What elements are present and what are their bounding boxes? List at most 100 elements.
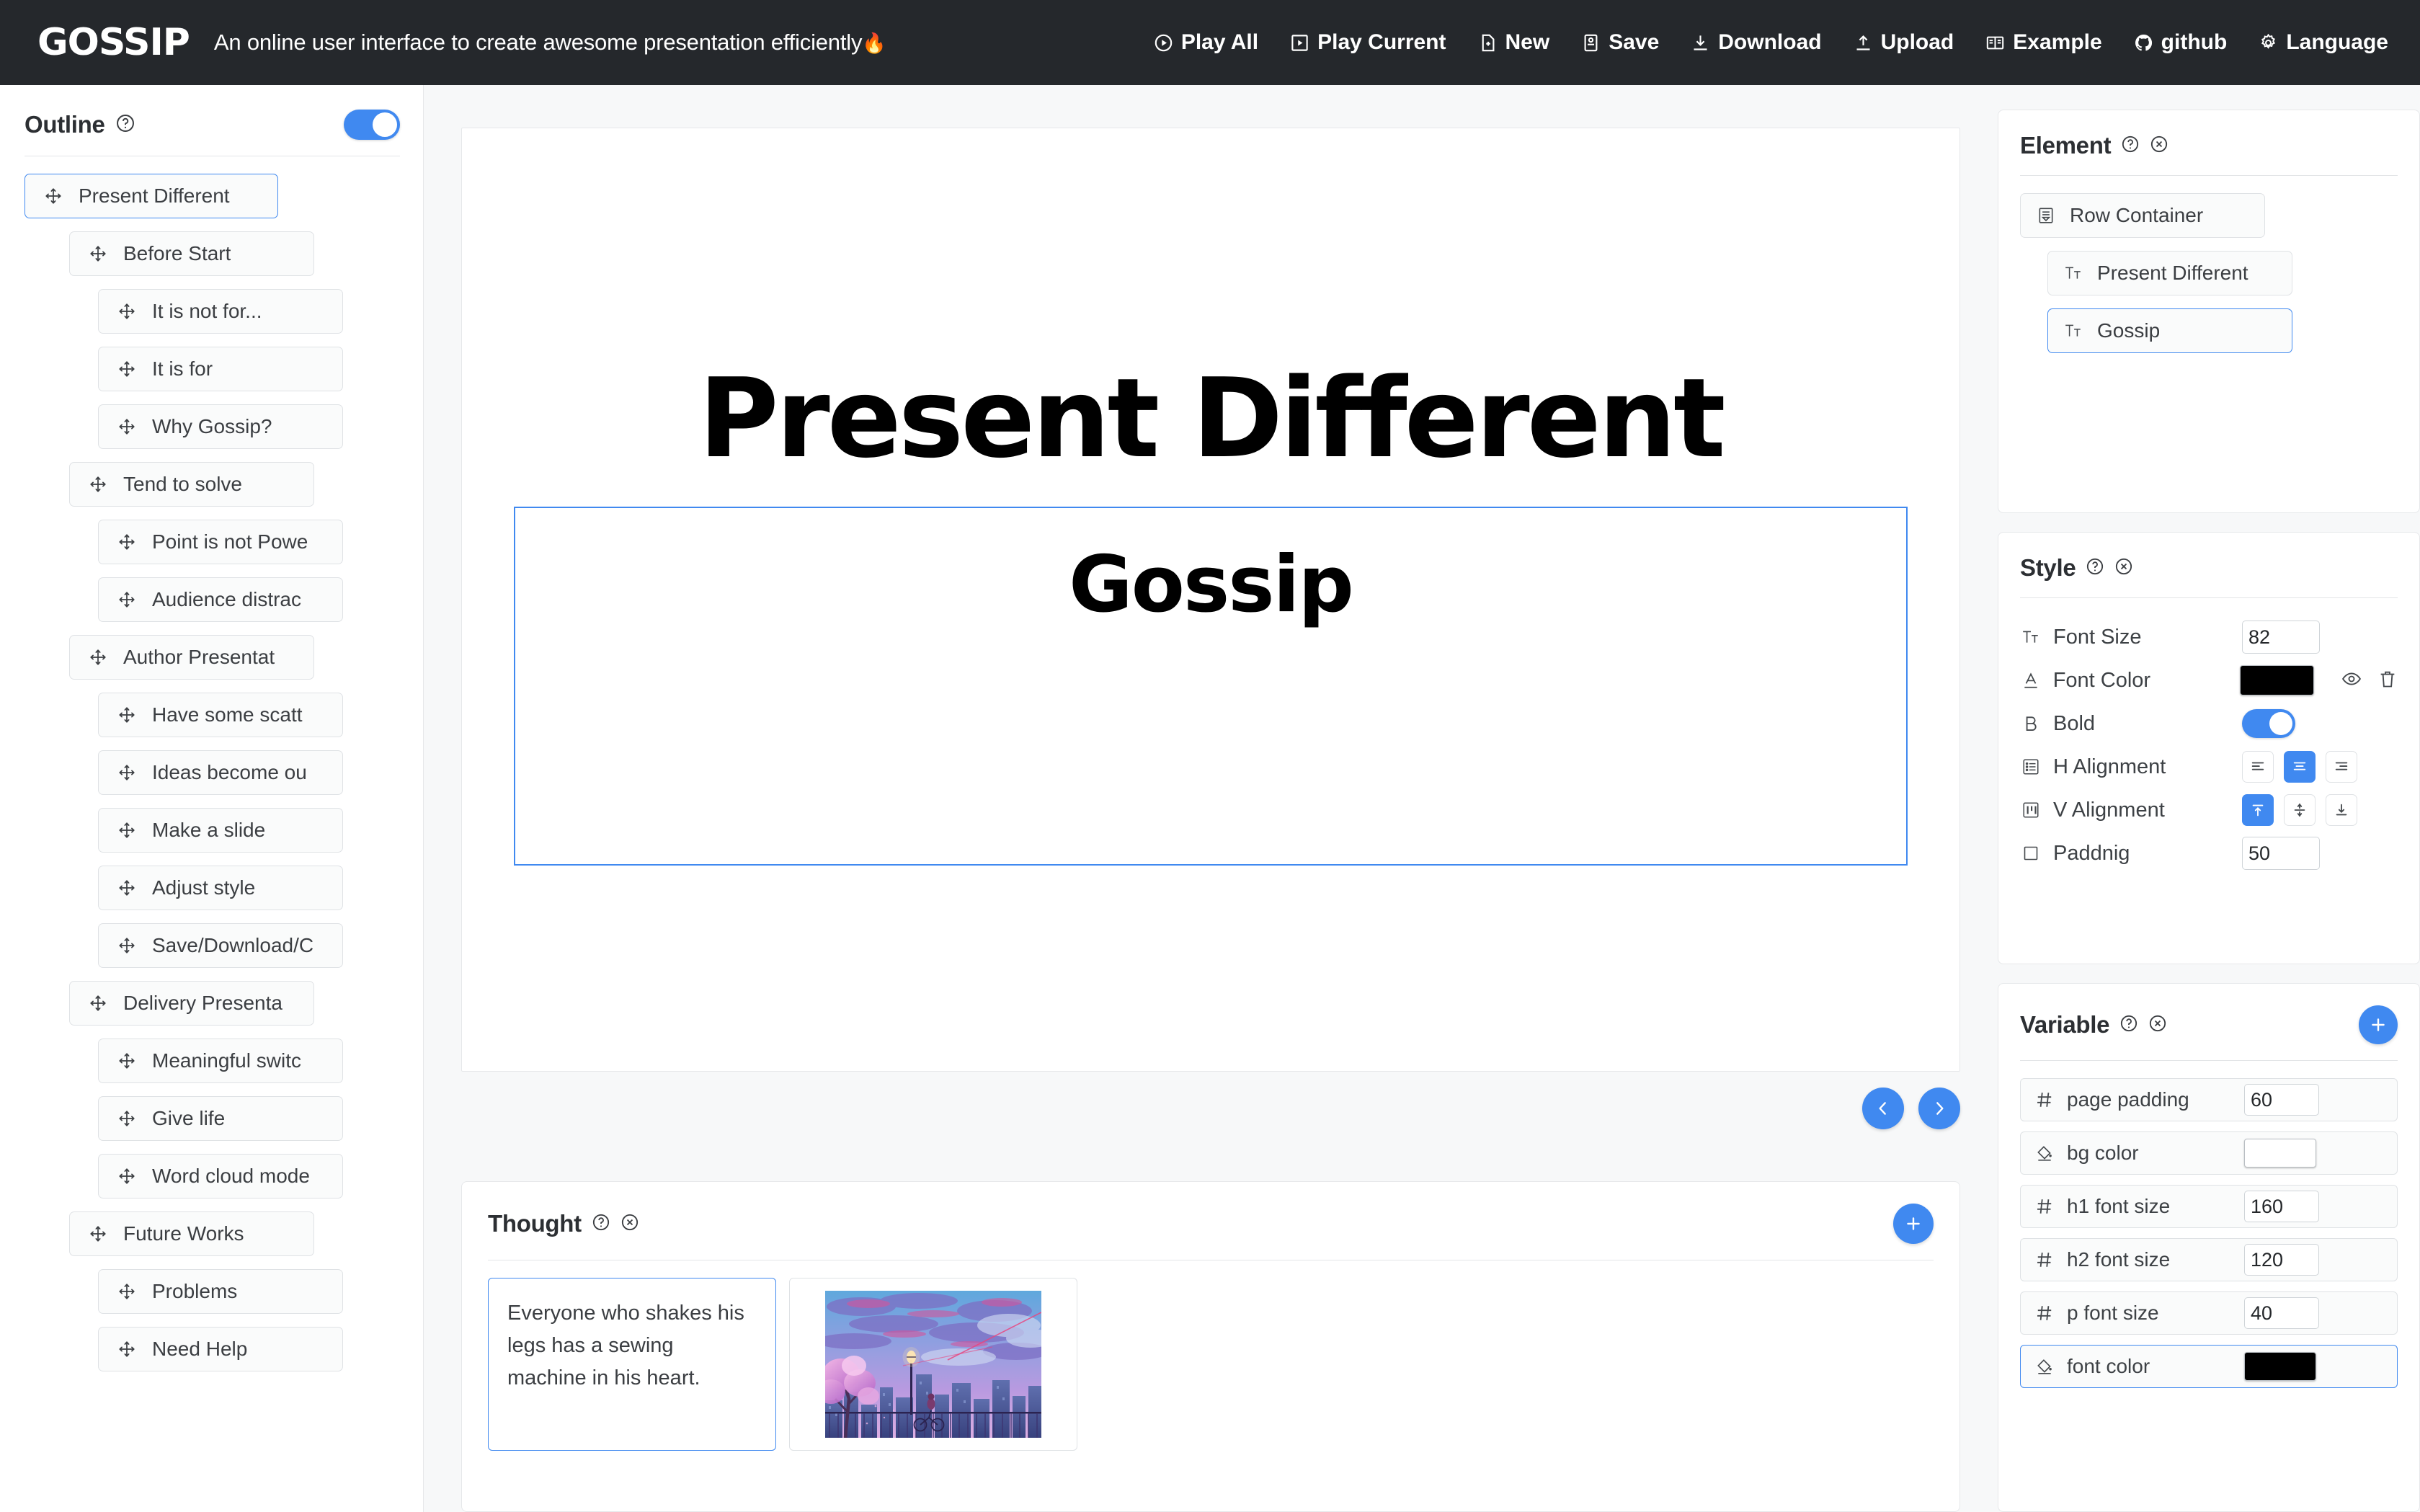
close-icon[interactable]	[2114, 557, 2133, 579]
valign-middle-button[interactable]	[2284, 794, 2316, 826]
style-row-font-color: Font Color	[2020, 659, 2398, 702]
help-icon[interactable]	[2121, 135, 2140, 157]
outline-item[interactable]: Before Start	[69, 231, 314, 276]
nav-play-all[interactable]: Play All	[1154, 30, 1258, 55]
element-item[interactable]: Row Container	[2020, 193, 2265, 238]
variable-value-input[interactable]	[2244, 1244, 2319, 1276]
add-variable-button[interactable]	[2359, 1005, 2398, 1044]
outline-item[interactable]: It is not for...	[98, 289, 343, 334]
outline-item[interactable]: Word cloud mode	[98, 1154, 343, 1199]
align-right-button[interactable]	[2326, 751, 2357, 783]
add-thought-button[interactable]	[1893, 1204, 1934, 1244]
style-row-v-alignment: V Alignment	[2020, 788, 2398, 832]
outline-item-label: Need Help	[152, 1338, 247, 1361]
prev-slide-button[interactable]	[1862, 1088, 1904, 1129]
close-icon[interactable]	[2148, 1014, 2167, 1036]
nav-play-current[interactable]: Play Current	[1290, 30, 1446, 55]
element-item[interactable]: Gossip	[2047, 308, 2292, 353]
v-alignment-buttons	[2242, 794, 2357, 826]
outline-item[interactable]: Make a slide	[98, 808, 343, 853]
element-list: Row Container Present Different Gossip	[2020, 193, 2398, 353]
thought-image-card[interactable]	[789, 1278, 1077, 1451]
save-icon	[1581, 33, 1601, 53]
outline-item[interactable]: Need Help	[98, 1327, 343, 1371]
nav-save[interactable]: Save	[1581, 30, 1659, 55]
nav-download[interactable]: Download	[1691, 30, 1821, 55]
paint-bucket-icon	[2035, 1144, 2054, 1162]
slide-canvas[interactable]: Present Different Gossip	[461, 128, 1960, 1072]
move-icon	[117, 302, 136, 321]
padding-input[interactable]	[2242, 837, 2320, 870]
outline-item[interactable]: Delivery Presenta	[69, 981, 314, 1026]
outline-item[interactable]: Meaningful switc	[98, 1039, 343, 1083]
nav-upload[interactable]: Upload	[1854, 30, 1954, 55]
outline-item[interactable]: Give life	[98, 1096, 343, 1141]
outline-item-label: Tend to solve	[123, 473, 242, 496]
eye-icon[interactable]	[2341, 669, 2362, 693]
outline-item[interactable]: Tend to solve	[69, 462, 314, 507]
variable-color-swatch[interactable]	[2244, 1352, 2316, 1381]
slide-selected-element-box[interactable]: Gossip	[514, 507, 1908, 866]
element-title: Element	[2020, 132, 2111, 159]
trash-icon[interactable]	[2377, 669, 2398, 693]
slide-navigation	[461, 1088, 1960, 1129]
app-tagline: An online user interface to create aweso…	[214, 30, 886, 55]
variable-row[interactable]: font color	[2020, 1345, 2398, 1388]
close-icon[interactable]	[620, 1213, 639, 1235]
valign-top-button[interactable]	[2242, 794, 2274, 826]
align-left-button[interactable]	[2242, 751, 2274, 783]
outline-item[interactable]: Audience distrac	[98, 577, 343, 622]
outline-item[interactable]: Have some scatt	[98, 693, 343, 737]
move-icon	[89, 648, 107, 667]
outline-item[interactable]: Present Different	[25, 174, 278, 218]
element-item[interactable]: Present Different	[2047, 251, 2292, 295]
outline-item[interactable]: Ideas become ou	[98, 750, 343, 795]
outline-item[interactable]: It is for	[98, 347, 343, 391]
font-color-swatch[interactable]	[2240, 665, 2314, 695]
valign-bottom-button[interactable]	[2326, 794, 2357, 826]
nav-label: Play All	[1181, 30, 1258, 55]
bold-toggle[interactable]	[2242, 709, 2295, 738]
move-icon	[117, 417, 136, 436]
book-icon	[1985, 33, 2005, 53]
outline-toggle[interactable]	[344, 110, 400, 140]
close-icon[interactable]	[2150, 135, 2168, 157]
variable-name: h2 font size	[2067, 1248, 2231, 1271]
help-icon[interactable]	[2119, 1014, 2138, 1036]
outline-item[interactable]: Problems	[98, 1269, 343, 1314]
help-icon[interactable]	[115, 113, 135, 137]
outline-item-label: Save/Download/C	[152, 934, 313, 957]
download-icon	[1691, 33, 1710, 53]
thought-text-card[interactable]: Everyone who shakes his legs has a sewin…	[488, 1278, 776, 1451]
font-color-label: Font Color	[2053, 669, 2228, 693]
font-size-input[interactable]	[2242, 621, 2320, 654]
outline-item[interactable]: Author Presentat	[69, 635, 314, 680]
variable-row[interactable]: h2 font size	[2020, 1238, 2398, 1281]
outline-item[interactable]: Point is not Powe	[98, 520, 343, 564]
outline-item[interactable]: Why Gossip?	[98, 404, 343, 449]
variable-value-input[interactable]	[2244, 1297, 2319, 1329]
slide-heading-2[interactable]: Gossip	[1069, 540, 1353, 864]
outline-item[interactable]: Adjust style	[98, 866, 343, 910]
next-slide-button[interactable]	[1918, 1088, 1960, 1129]
nav-language[interactable]: Language	[2259, 30, 2388, 55]
outline-item[interactable]: Future Works	[69, 1211, 314, 1256]
nav-new[interactable]: New	[1478, 30, 1550, 55]
variable-row[interactable]: page padding	[2020, 1078, 2398, 1121]
variable-row[interactable]: bg color	[2020, 1131, 2398, 1175]
chevron-right-icon	[1930, 1099, 1949, 1118]
nav-github[interactable]: github	[2134, 30, 2228, 55]
variable-row[interactable]: p font size	[2020, 1291, 2398, 1335]
help-icon[interactable]	[592, 1213, 610, 1235]
outline-item[interactable]: Save/Download/C	[98, 923, 343, 968]
variable-color-swatch[interactable]	[2244, 1139, 2316, 1168]
outline-panel: Outline Present DifferentBefore StartIt …	[0, 85, 424, 1512]
align-center-button[interactable]	[2284, 751, 2316, 783]
variable-value-input[interactable]	[2244, 1084, 2319, 1116]
variable-row[interactable]: h1 font size	[2020, 1185, 2398, 1228]
nav-example[interactable]: Example	[1985, 30, 2101, 55]
slide-heading-1[interactable]: Present Different	[514, 355, 1908, 482]
help-icon[interactable]	[2086, 557, 2104, 579]
variable-value-input[interactable]	[2244, 1191, 2319, 1222]
outline-item-label: It is not for...	[152, 300, 262, 323]
